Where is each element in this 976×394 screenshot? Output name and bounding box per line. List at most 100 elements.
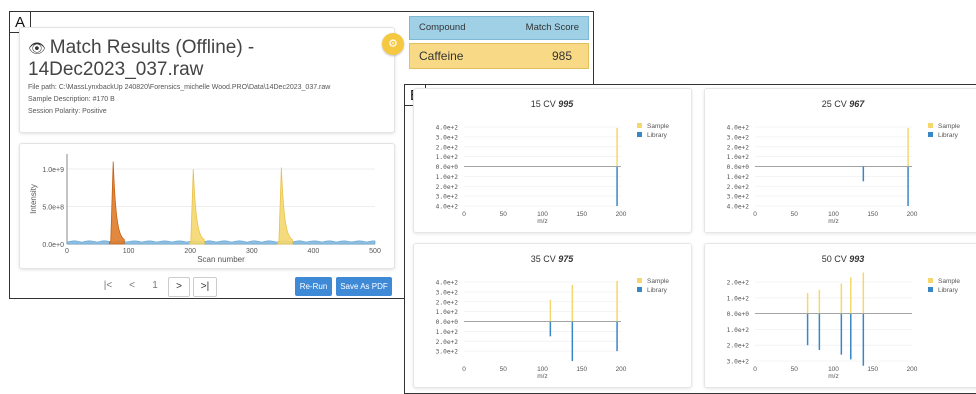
x-tick-label: 100	[537, 366, 548, 373]
spectrum-card-15cv: 15 CV 995 4.0e+2 3.0e+2 2.0e+2 1.0e+2 0.0e+0 1…	[413, 88, 692, 233]
y-tick-label: 3.0e+2	[727, 134, 750, 141]
library-bar	[571, 321, 574, 361]
legend-label: Library	[647, 132, 668, 139]
y-tick-label: 2.0e+2	[727, 343, 750, 350]
last-page-button[interactable]: >|	[193, 277, 217, 297]
eye-icon: 👁	[28, 40, 46, 56]
x-axis-label: m/z	[537, 218, 547, 225]
library-bar	[862, 166, 865, 182]
x-tick-label: 100	[123, 248, 135, 255]
prev-page-button[interactable]: <	[125, 277, 139, 295]
sample-description: Sample Description: #170 B	[28, 96, 115, 103]
score-column-header: Match Score	[525, 22, 579, 33]
library-bar	[616, 166, 618, 206]
x-tick-label: 0	[462, 211, 466, 218]
x-tick-label: 100	[537, 211, 548, 218]
y-tick-label: 5.0e+8	[42, 205, 64, 212]
x-tick-label: 200	[907, 366, 918, 373]
spectrum-card-50cv: 50 CV 993 2.0e+2 1.0e+2 0.0e+0 1.0e+2 2.0e+2 3…	[704, 243, 976, 388]
y-tick-label: 4.0e+2	[436, 125, 459, 132]
sample-bar	[549, 299, 552, 322]
library-bar	[840, 313, 843, 355]
x-tick-label: 0	[462, 366, 466, 373]
y-tick-label: 0.0e+0	[727, 311, 750, 318]
legend-label: Sample	[938, 278, 960, 285]
library-bar	[549, 321, 552, 337]
y-tick-label: 3.0e+2	[436, 134, 459, 141]
x-tick-label: 100	[828, 211, 839, 218]
mirror-spectrum-chart: 25 CV 967 4.0e+2 3.0e+2 2.0e+2 1.0e+2 0.0e+0 1…	[727, 99, 961, 225]
chart-title: 35 CV 975	[531, 254, 575, 264]
chart-title-score: 967	[849, 99, 865, 109]
x-tick-label: 50	[791, 366, 799, 373]
y-tick-label: 2.0e+2	[727, 184, 750, 191]
x-tick-label: 100	[828, 366, 839, 373]
rerun-button[interactable]: Re-Run	[295, 277, 332, 296]
library-bar	[850, 313, 852, 360]
legend-swatch	[637, 132, 642, 137]
chart-title-cv: 25 CV	[822, 99, 850, 109]
y-tick-label: 2.0e+2	[436, 184, 459, 191]
mirror-spectrum-chart: 15 CV 995 4.0e+2 3.0e+2 2.0e+2 1.0e+2 0.0e+0 1…	[436, 99, 670, 225]
sample-bar	[818, 289, 821, 314]
peak-highlight	[109, 161, 125, 245]
y-tick-label: 1.0e+2	[436, 309, 459, 316]
legend-label: Library	[938, 287, 959, 294]
first-page-button[interactable]: |<	[100, 277, 116, 295]
y-tick-label: 1.0e+2	[436, 174, 459, 181]
spectrum-card-25cv: 25 CV 967 4.0e+2 3.0e+2 2.0e+2 1.0e+2 0.0e+0 1…	[704, 88, 976, 233]
y-tick-label: 3.0e+2	[727, 194, 750, 201]
x-tick-label: 0	[65, 248, 69, 255]
y-tick-label: 0.0e+0	[436, 164, 459, 171]
y-tick-label: 0.0e+0	[436, 319, 459, 326]
chart-title-cv: 50 CV	[822, 254, 850, 264]
file-path: File path: C:\MassLynxbackUp 240820\Fore…	[28, 84, 331, 91]
y-tick-label: 3.0e+2	[436, 194, 459, 201]
chart-title-score: 995	[558, 99, 574, 109]
save-pdf-button[interactable]: Save As PDF	[336, 277, 392, 296]
legend-swatch	[928, 287, 933, 292]
mirror-spectrum-chart: 50 CV 993 2.0e+2 1.0e+2 0.0e+0 1.0e+2 2.0e+2 3…	[727, 254, 961, 380]
x-tick-label: 150	[576, 211, 587, 218]
chart-title: 25 CV 967	[822, 99, 866, 109]
x-tick-label: 200	[184, 248, 196, 255]
y-tick-label: 3.0e+2	[436, 349, 459, 356]
y-tick-label: 0.0e+0	[42, 242, 64, 249]
y-tick-label: 0.0e+0	[727, 164, 750, 171]
x-tick-label: 200	[616, 366, 627, 373]
x-tick-label: 400	[308, 248, 320, 255]
sample-bar	[907, 127, 909, 167]
match-score: 985	[551, 49, 572, 63]
peak	[277, 167, 293, 245]
next-page-button[interactable]: >	[168, 277, 190, 297]
sample-bar	[616, 281, 618, 322]
y-tick-label: 1.0e+2	[727, 327, 750, 334]
library-bar	[616, 321, 618, 352]
table-row[interactable]: Caffeine 985	[409, 43, 589, 69]
title-line1: Match Results (Offline) -	[49, 37, 255, 58]
y-tick-label: 4.0e+2	[436, 204, 459, 211]
gear-icon[interactable]: ⚙	[382, 33, 404, 55]
library-bar	[806, 313, 809, 346]
x-tick-label: 200	[907, 211, 918, 218]
chart-title-cv: 35 CV	[531, 254, 559, 264]
x-tick-label: 50	[500, 211, 508, 218]
chart-title: 15 CV 995	[531, 99, 575, 109]
legend-swatch	[637, 123, 642, 128]
current-page: 1	[152, 280, 158, 291]
chart-title-score: 993	[849, 254, 864, 264]
y-tick-label: 4.0e+2	[727, 125, 750, 132]
y-tick-label: 3.0e+2	[727, 359, 750, 366]
y-tick-label: 4.0e+2	[436, 280, 459, 287]
library-bar	[862, 313, 865, 366]
x-tick-label: 150	[867, 211, 878, 218]
y-tick-label: 1.0e+2	[727, 154, 750, 161]
legend-label: Sample	[938, 123, 960, 130]
y-tick-label: 4.0e+2	[727, 204, 750, 211]
compound-column-header: Compound	[419, 22, 466, 33]
legend-swatch	[928, 278, 933, 283]
y-tick-label: 2.0e+2	[727, 280, 750, 287]
x-tick-label: 200	[616, 211, 627, 218]
x-axis-label: Scan number	[197, 255, 245, 264]
y-tick-label: 1.0e+2	[436, 329, 459, 336]
